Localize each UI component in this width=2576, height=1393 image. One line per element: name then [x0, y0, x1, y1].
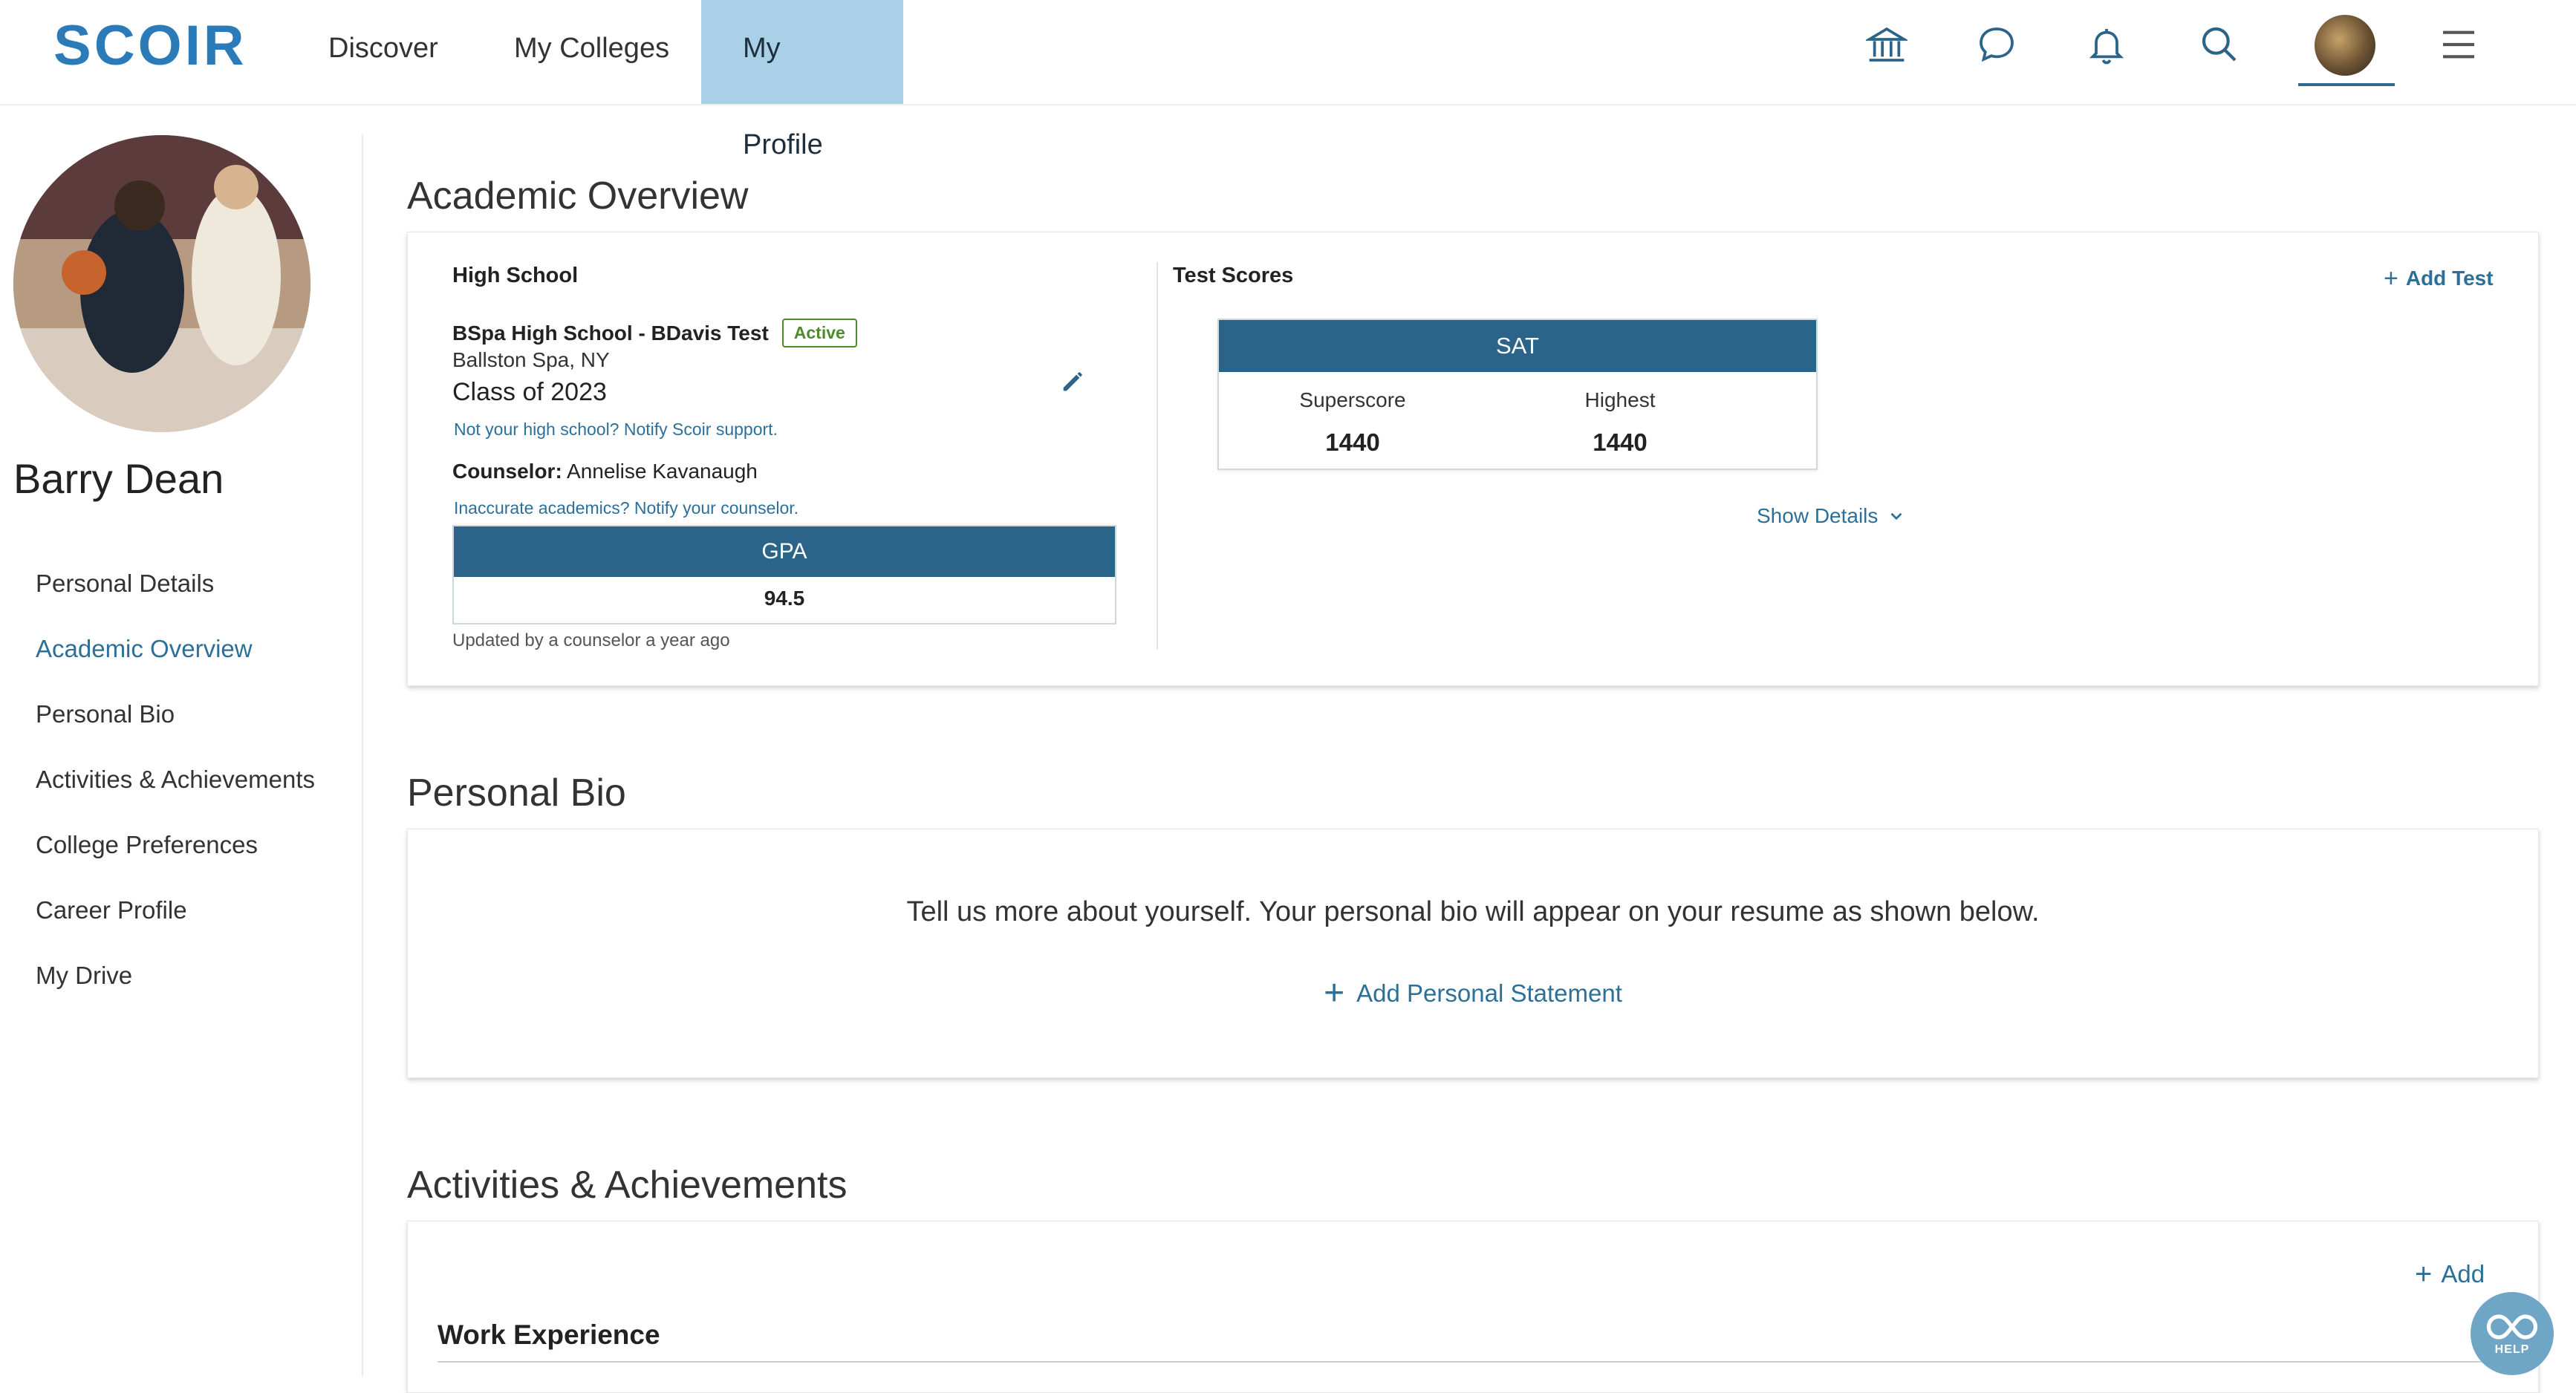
bio-prompt: Tell us more about yourself. Your person…: [906, 896, 2040, 927]
school-location: Ballston Spa, NY: [452, 348, 610, 371]
infinity-icon: [2486, 1314, 2538, 1340]
notify-scoir-link[interactable]: Not your high school? Notify Scoir suppo…: [454, 420, 778, 440]
top-navigation-bar: SCOIR Discover My Colleges My Profile: [0, 0, 2576, 160]
highest-label: Highest: [1584, 388, 1656, 411]
institution-icon[interactable]: [1863, 21, 1910, 68]
class-of: Class of 2023: [452, 378, 607, 406]
add-personal-statement-button[interactable]: + Add Personal Statement: [408, 973, 2538, 1013]
show-details-label: Show Details: [1757, 504, 1879, 527]
superscore-value: 1440: [1325, 428, 1380, 456]
sidebar-item-college-preferences[interactable]: College Preferences: [36, 831, 258, 859]
sidebar-item-my-drive[interactable]: My Drive: [36, 962, 132, 990]
add-activity-label: Add: [2441, 1260, 2485, 1288]
profile-photo: [13, 135, 310, 432]
add-personal-statement-label: Add Personal Statement: [1356, 979, 1622, 1007]
sidebar-item-activities[interactable]: Activities & Achievements: [36, 766, 315, 794]
sidebar-item-academic-overview[interactable]: Academic Overview: [36, 635, 253, 663]
work-experience-heading: Work Experience: [438, 1319, 660, 1350]
logo-text: SCOIR: [53, 14, 247, 77]
highest-column: Highest 1440: [1509, 388, 1731, 457]
chat-icon[interactable]: [1973, 21, 2020, 68]
gpa-box: GPA 94.5: [452, 525, 1116, 624]
sidebar-item-personal-details[interactable]: Personal Details: [36, 570, 214, 598]
nav-discover[interactable]: Discover: [287, 0, 480, 104]
avatar-active-indicator: [2298, 83, 2395, 86]
personal-bio-card: Tell us more about yourself. Your person…: [407, 829, 2539, 1078]
gpa-value: 94.5: [764, 587, 805, 610]
plus-icon: +: [1324, 973, 1345, 1013]
column-divider: [1157, 262, 1158, 650]
counselor-name: Annelise Kavanaugh: [567, 460, 758, 483]
status-badge: Active: [781, 319, 857, 348]
activities-title: Activities & Achievements: [407, 1164, 848, 1207]
help-label: HELP: [2494, 1343, 2530, 1356]
section-divider: [438, 1361, 2510, 1363]
bell-icon[interactable]: [2083, 21, 2130, 68]
add-test-label: Add Test: [2405, 267, 2494, 290]
academic-overview-card: High School BSpa High School - BDavis Te…: [407, 232, 2539, 686]
help-button[interactable]: HELP: [2471, 1292, 2554, 1375]
inaccurate-academics-link[interactable]: Inaccurate academics? Notify your counse…: [454, 498, 799, 518]
high-school-heading: High School: [452, 264, 579, 287]
add-activity-button[interactable]: + Add: [2415, 1258, 2485, 1291]
sidebar-divider: [362, 134, 363, 1377]
nav-my-colleges[interactable]: My Colleges: [472, 0, 711, 104]
show-details-toggle[interactable]: Show Details: [1757, 504, 1906, 528]
plus-icon: +: [2415, 1258, 2433, 1291]
add-test-button[interactable]: + Add Test: [2384, 264, 2494, 293]
nav-my-profile[interactable]: My Profile: [701, 0, 903, 160]
highest-value: 1440: [1593, 428, 1648, 456]
avatar[interactable]: [2315, 15, 2375, 76]
plus-icon: +: [2384, 264, 2398, 293]
counselor-row: Counselor: Annelise Kavanaugh: [452, 460, 758, 483]
school-name: BSpa High School - BDavis Test: [452, 321, 769, 345]
sat-label: SAT: [1219, 320, 1816, 372]
chevron-down-icon: [1890, 512, 1902, 521]
school-row: BSpa High School - BDavis Test Active: [452, 319, 857, 348]
superscore-label: Superscore: [1299, 388, 1406, 411]
personal-bio-title: Personal Bio: [407, 771, 626, 815]
student-name: Barry Dean: [13, 455, 224, 502]
sat-score-box: SAT Superscore 1440 Highest 1440: [1217, 319, 1818, 470]
academic-overview-title: Academic Overview: [407, 174, 749, 218]
sidebar-item-career-profile[interactable]: Career Profile: [36, 896, 187, 924]
superscore-column: Superscore 1440: [1241, 388, 1464, 457]
activities-card: + Add Work Experience: [407, 1221, 2539, 1393]
search-icon[interactable]: [2196, 21, 2243, 68]
test-scores-heading: Test Scores: [1173, 264, 1294, 287]
scoir-logo[interactable]: SCOIR: [53, 16, 247, 76]
gpa-label: GPA: [454, 526, 1115, 577]
menu-icon[interactable]: [2435, 21, 2482, 68]
sidebar-item-personal-bio[interactable]: Personal Bio: [36, 700, 175, 728]
edit-pencil-icon[interactable]: [1058, 366, 1096, 403]
updated-note: Updated by a counselor a year ago: [452, 630, 730, 650]
counselor-label: Counselor:: [452, 460, 562, 483]
